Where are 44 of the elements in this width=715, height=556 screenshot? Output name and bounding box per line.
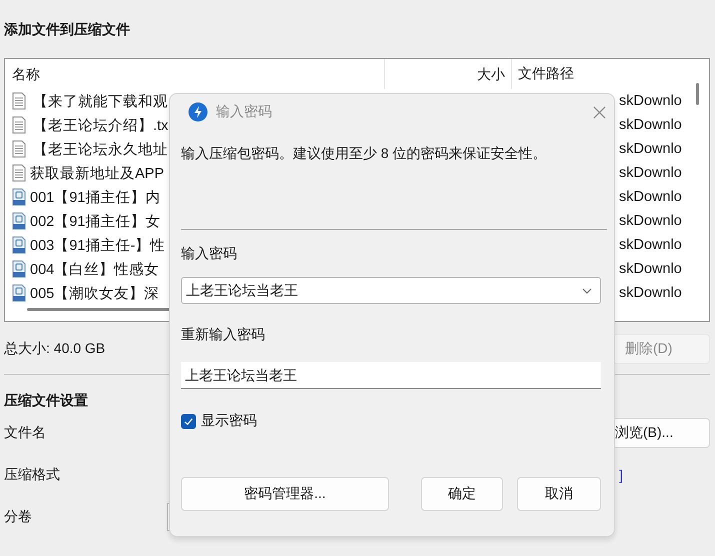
field-label: 输入密码: [181, 245, 238, 263]
cancel-button[interactable]: 取消: [517, 477, 601, 511]
ok-button[interactable]: 确定: [421, 477, 503, 511]
app-icon: [188, 102, 208, 122]
text-file-icon: [11, 140, 27, 158]
password-manager-button[interactable]: 密码管理器...: [181, 477, 389, 511]
password-field[interactable]: 上老王论坛当老王: [181, 277, 601, 304]
confirm-password-field[interactable]: 上老王论坛当老王: [181, 362, 601, 389]
text-file-icon: [11, 116, 27, 134]
text-file-icon: [11, 164, 27, 182]
section-title: 压缩文件设置: [4, 392, 89, 410]
close-icon[interactable]: [593, 106, 606, 118]
column-header[interactable]: 大小: [385, 59, 512, 89]
field-label: 分卷: [4, 508, 32, 526]
dialog-message: 输入压缩包密码。建议使用至少 8 位的密码来保证安全性。: [181, 145, 548, 163]
file-path: skDownlo: [619, 213, 682, 229]
checkbox[interactable]: [181, 414, 196, 428]
total-size: 总大小: 40.0 GB: [4, 340, 106, 358]
file-path: skDownlo: [619, 285, 682, 301]
file-path: skDownlo: [619, 141, 682, 157]
file-path: skDownlo: [619, 165, 682, 181]
window-title: 添加文件到压缩文件: [4, 21, 131, 39]
check-icon: [183, 416, 194, 426]
video-file-icon: [11, 236, 27, 254]
file-path: skDownlo: [619, 117, 682, 133]
video-file-icon: [11, 188, 27, 206]
video-file-icon: [11, 212, 27, 230]
field-label: 文件名: [4, 424, 46, 442]
checkbox-label: 显示密码: [201, 412, 257, 430]
column-header[interactable]: 文件路径: [512, 65, 574, 83]
file-path: skDownlo: [619, 261, 682, 277]
format-text: ]: [619, 467, 623, 483]
file-path: skDownlo: [619, 189, 682, 205]
dialog-title: 输入密码: [216, 103, 273, 121]
field-label: 压缩格式: [4, 466, 60, 484]
chevron-icon: [582, 288, 592, 294]
file-path: skDownlo: [619, 93, 682, 109]
file-path: skDownlo: [619, 237, 682, 253]
column-header[interactable]: 名称: [5, 59, 385, 89]
text-file-icon: [11, 92, 27, 110]
field-label: 重新输入密码: [181, 326, 266, 344]
video-file-icon: [11, 260, 27, 278]
scrollbar[interactable]: [696, 83, 699, 105]
video-file-icon: [11, 284, 27, 302]
